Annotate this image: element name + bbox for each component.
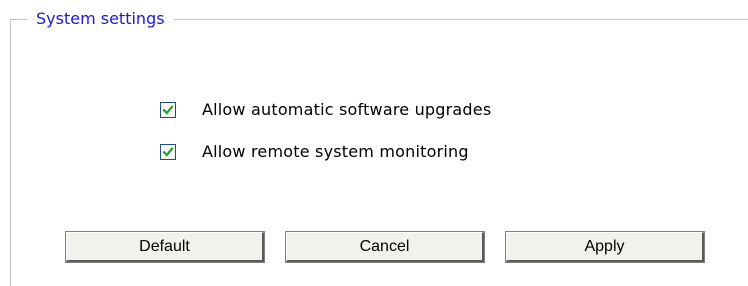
automatic-upgrades-checkbox[interactable] (160, 102, 176, 118)
remote-monitoring-checkbox[interactable] (160, 144, 176, 160)
option-automatic-upgrades[interactable]: Allow automatic software upgrades (160, 99, 491, 121)
apply-button[interactable]: Apply (506, 232, 704, 262)
settings-group-left-border (10, 19, 11, 286)
cancel-button[interactable]: Cancel (286, 232, 484, 262)
option-remote-monitoring[interactable]: Allow remote system monitoring (160, 141, 469, 163)
default-button[interactable]: Default (66, 232, 264, 262)
checkmark-icon (162, 105, 174, 115)
checkmark-icon (162, 147, 174, 157)
settings-group-title: System settings (28, 8, 174, 30)
remote-monitoring-label: Allow remote system monitoring (202, 142, 469, 161)
automatic-upgrades-label: Allow automatic software upgrades (202, 100, 492, 119)
